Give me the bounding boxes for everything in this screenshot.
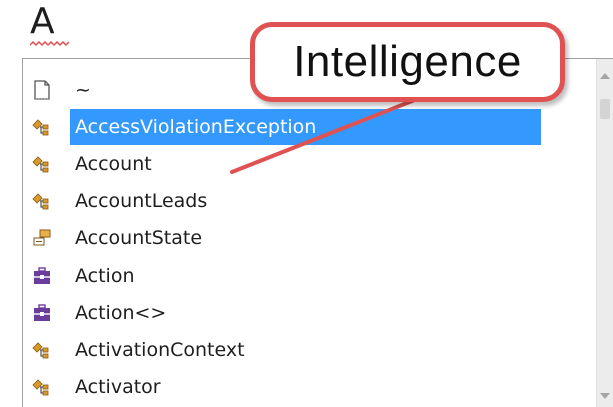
- enum-icon: [31, 227, 53, 249]
- list-item-account[interactable]: Account: [23, 145, 597, 182]
- list-item-action[interactable]: Action: [23, 257, 597, 294]
- callout-label: Intelligence: [293, 37, 522, 86]
- list-item-accountstate[interactable]: AccountState: [23, 220, 597, 257]
- list-item-label: AccountLeads: [75, 190, 208, 213]
- callout-bubble: Intelligence: [250, 22, 565, 102]
- list-item-label: ActivationContext: [75, 338, 245, 361]
- delegate-icon: [31, 265, 53, 287]
- list-item-selected[interactable]: AccessViolationException: [23, 108, 597, 145]
- class-icon: [31, 190, 53, 212]
- typed-text[interactable]: A: [30, 2, 55, 42]
- file-icon: [31, 79, 53, 101]
- scroll-thumb[interactable]: [600, 99, 610, 119]
- list-item-label: AccountState: [75, 227, 203, 250]
- intellisense-popup[interactable]: ~ AccessViolationException Account Accou…: [22, 58, 613, 407]
- completion-list[interactable]: ~ AccessViolationException Account Accou…: [23, 71, 597, 406]
- class-icon: [31, 116, 53, 138]
- scroll-down-arrow-icon[interactable]: [597, 387, 613, 404]
- list-item-accountleads[interactable]: AccountLeads: [23, 183, 597, 220]
- error-squiggle: [30, 41, 70, 47]
- list-item-label: ~: [75, 78, 91, 101]
- list-item-label: Activator: [75, 376, 161, 399]
- delegate-icon: [31, 302, 53, 324]
- list-item-label: AccessViolationException: [70, 108, 541, 145]
- list-item-activationcontext[interactable]: ActivationContext: [23, 331, 597, 368]
- class-icon: [31, 339, 53, 361]
- list-item-label: Account: [75, 152, 152, 175]
- list-item-activator[interactable]: Activator: [23, 369, 597, 406]
- class-icon: [31, 153, 53, 175]
- list-item-label: Action<>: [75, 301, 167, 324]
- class-icon: [31, 376, 53, 398]
- vertical-scrollbar[interactable]: [596, 59, 613, 407]
- list-item-label: Action: [75, 264, 135, 287]
- list-item-action-generic[interactable]: Action<>: [23, 294, 597, 331]
- scroll-up-arrow-icon[interactable]: [597, 67, 613, 84]
